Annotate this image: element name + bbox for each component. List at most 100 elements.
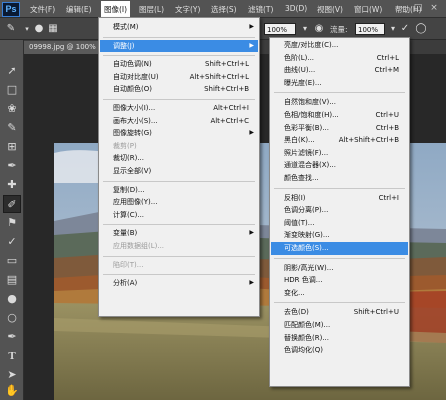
airbrush-icon[interactable]: ✓ — [398, 22, 412, 36]
lasso-tool-icon[interactable]: ❀ — [3, 100, 21, 118]
submenu-arrow-icon: ▶ — [249, 129, 254, 137]
pen-tool-icon[interactable]: ✒ — [3, 328, 21, 346]
menu-item-label: 变量(B) — [113, 229, 138, 238]
menu-image[interactable]: 图像(I) — [101, 1, 131, 17]
menu-item-label: 阈值(T)... — [284, 218, 315, 227]
image-menu-item[interactable]: 裁切(R)... — [100, 152, 258, 165]
adjust-menu-item[interactable]: HDR 色调... — [271, 274, 408, 287]
menu-edit[interactable]: 编辑(E) — [66, 4, 92, 15]
image-menu-item[interactable]: 变量(B) ▶ — [100, 227, 258, 240]
adjust-menu-item[interactable]: 可选颜色(S)... — [271, 242, 408, 255]
image-menu-item[interactable]: 模式(M) ▶ — [100, 21, 258, 34]
image-menu-item[interactable]: 应用数据组(L)... — [100, 240, 258, 253]
menu-3d[interactable]: 3D(D) — [285, 4, 307, 13]
adjust-menu-item[interactable]: 色彩平衡(B)... Ctrl+B — [271, 122, 408, 135]
menu-item-shortcut: Alt+Shift+Ctrl+L — [189, 72, 249, 81]
adjust-menu-item[interactable]: 亮度/对比度(C)... — [271, 39, 408, 52]
menu-item-label: 色阶(L)... — [284, 53, 315, 62]
dropdown-arrow-icon[interactable]: ▾ — [298, 22, 312, 36]
image-menu-item[interactable]: 计算(C)... — [100, 209, 258, 222]
image-menu-item[interactable]: 应用图像(Y)... — [100, 196, 258, 209]
image-menu-item[interactable]: 分析(A) ▶ — [100, 277, 258, 290]
menu-item-label: 替换颜色(R)... — [284, 333, 330, 342]
brush-size-icon[interactable]: ● — [32, 22, 46, 36]
adjust-menu-item[interactable]: 通道混合器(X)... — [271, 159, 408, 172]
adjust-menu-item[interactable]: 阴影/高光(W)... — [271, 262, 408, 275]
flow-field[interactable]: 100% — [355, 23, 385, 35]
window-controls: – □ × — [396, 2, 442, 15]
close-button[interactable]: × — [428, 2, 440, 14]
quick-select-tool-icon[interactable]: ✎ — [3, 119, 21, 137]
image-menu-item[interactable]: 裁剪(P) — [100, 140, 258, 153]
menu-separator — [103, 55, 255, 57]
menu-layer[interactable]: 图层(L) — [139, 4, 164, 15]
clone-stamp-tool-icon[interactable]: ⚑ — [3, 214, 21, 232]
menu-view[interactable]: 视图(V) — [317, 4, 343, 15]
adjust-menu-item[interactable]: 去色(D) Shift+Ctrl+U — [271, 306, 408, 319]
menu-select[interactable]: 选择(S) — [211, 4, 237, 15]
adjustments-submenu: 亮度/对比度(C)... 色阶(L)... Ctrl+L 曲线(U)... Ctrl+M… — [269, 37, 410, 387]
image-menu-item[interactable]: 自动色调(N) Shift+Ctrl+L — [100, 58, 258, 71]
restore-button[interactable]: □ — [412, 2, 424, 14]
adjust-menu-item[interactable]: 色调分离(P)... — [271, 204, 408, 217]
crop-tool-icon[interactable]: ⊞ — [3, 138, 21, 156]
image-menu-item[interactable]: 自动对比度(U) Alt+Shift+Ctrl+L — [100, 71, 258, 84]
menu-item-label: 自然饱和度(V)... — [284, 98, 336, 107]
adjust-menu-item[interactable]: 色相/饱和度(H)... Ctrl+U — [271, 109, 408, 122]
adjust-menu-item[interactable]: 黑白(K)... Alt+Shift+Ctrl+B — [271, 134, 408, 147]
move-tool-icon[interactable]: ➚ — [3, 62, 21, 80]
adjust-menu-item[interactable]: 曝光度(E)... — [271, 77, 408, 90]
pressure-size-icon[interactable]: ◯ — [414, 22, 428, 36]
marquee-tool-icon[interactable]: □ — [3, 81, 21, 99]
menu-type[interactable]: 文字(Y) — [175, 4, 200, 15]
menu-separator — [103, 99, 255, 100]
submenu-arrow-icon: ▶ — [249, 229, 254, 237]
adjust-menu-item[interactable]: 替换颜色(R)... — [271, 332, 408, 345]
image-menu-item[interactable]: 自动颜色(O) Shift+Ctrl+B — [100, 83, 258, 96]
menu-item-label: 照片滤镜(F)... — [284, 148, 329, 157]
adjust-menu-item[interactable]: 颜色查找... — [271, 172, 408, 185]
menu-separator — [103, 180, 255, 182]
pressure-opacity-icon[interactable]: ◉ — [312, 22, 326, 36]
menu-file[interactable]: 文件(F) — [30, 4, 55, 15]
menu-separator — [274, 187, 405, 189]
image-menu-item[interactable]: 图像大小(I)... Alt+Ctrl+I — [100, 102, 258, 115]
menu-separator — [103, 274, 255, 276]
adjust-menu-item[interactable]: 阈值(T)... — [271, 217, 408, 230]
adjust-menu-item[interactable]: 渐变映射(G)... — [271, 229, 408, 242]
adjust-menu-item[interactable]: 变化... — [271, 287, 408, 300]
healing-brush-tool-icon[interactable]: ✚ — [3, 176, 21, 194]
image-menu-item[interactable]: 画布大小(S)... Alt+Ctrl+C — [100, 115, 258, 128]
type-tool-icon[interactable]: T — [3, 347, 21, 365]
image-menu-item[interactable]: 调整(J) ▶ — [100, 39, 258, 53]
adjust-menu-item[interactable]: 照片滤镜(F)... — [271, 147, 408, 160]
opacity-field[interactable]: 100% — [264, 23, 296, 35]
adjust-menu-item[interactable]: 色调均化(Q) — [271, 344, 408, 357]
hand-tool-icon[interactable]: ✋ — [3, 382, 21, 400]
adjust-menu-item[interactable]: 自然饱和度(V)... — [271, 96, 408, 109]
adjust-menu-item[interactable]: 反相(I) Ctrl+I — [271, 192, 408, 205]
gradient-tool-icon[interactable]: ▤ — [3, 271, 21, 289]
menu-item-shortcut: Shift+Ctrl+B — [204, 85, 249, 94]
menu-item-shortcut: Ctrl+I — [378, 193, 399, 202]
eraser-tool-icon[interactable]: ▭ — [3, 252, 21, 270]
history-brush-tool-icon[interactable]: ✓ — [3, 233, 21, 251]
adjust-menu-item[interactable]: 色阶(L)... Ctrl+L — [271, 52, 408, 65]
image-menu-item[interactable]: 图像旋转(G) ▶ — [100, 127, 258, 140]
document-tab[interactable]: 09998.jpg @ 100% — [24, 41, 104, 54]
brush-tool-icon[interactable]: ✐ — [3, 195, 21, 213]
image-menu-item[interactable]: 复制(D)... — [100, 184, 258, 197]
brush-preset-icon[interactable]: ✎ — [4, 22, 18, 36]
menu-filter[interactable]: 滤镜(T) — [248, 4, 273, 15]
adjust-menu-item[interactable]: 匹配颜色(M)... — [271, 319, 408, 332]
menu-item-label: 图像旋转(G) — [113, 129, 152, 138]
eyedropper-tool-icon[interactable]: ✒ — [3, 157, 21, 175]
image-menu-item[interactable]: 陷印(T)... — [100, 259, 258, 272]
menu-window[interactable]: 窗口(W) — [354, 4, 382, 15]
image-menu-item[interactable]: 显示全部(V) — [100, 165, 258, 178]
dodge-tool-icon[interactable]: ○ — [3, 309, 21, 327]
brush-panel-icon[interactable]: ▦ — [46, 22, 60, 36]
minimize-button[interactable]: – — [396, 2, 408, 14]
adjust-menu-item[interactable]: 曲线(U)... Ctrl+M — [271, 64, 408, 77]
blur-tool-icon[interactable]: ● — [3, 290, 21, 308]
